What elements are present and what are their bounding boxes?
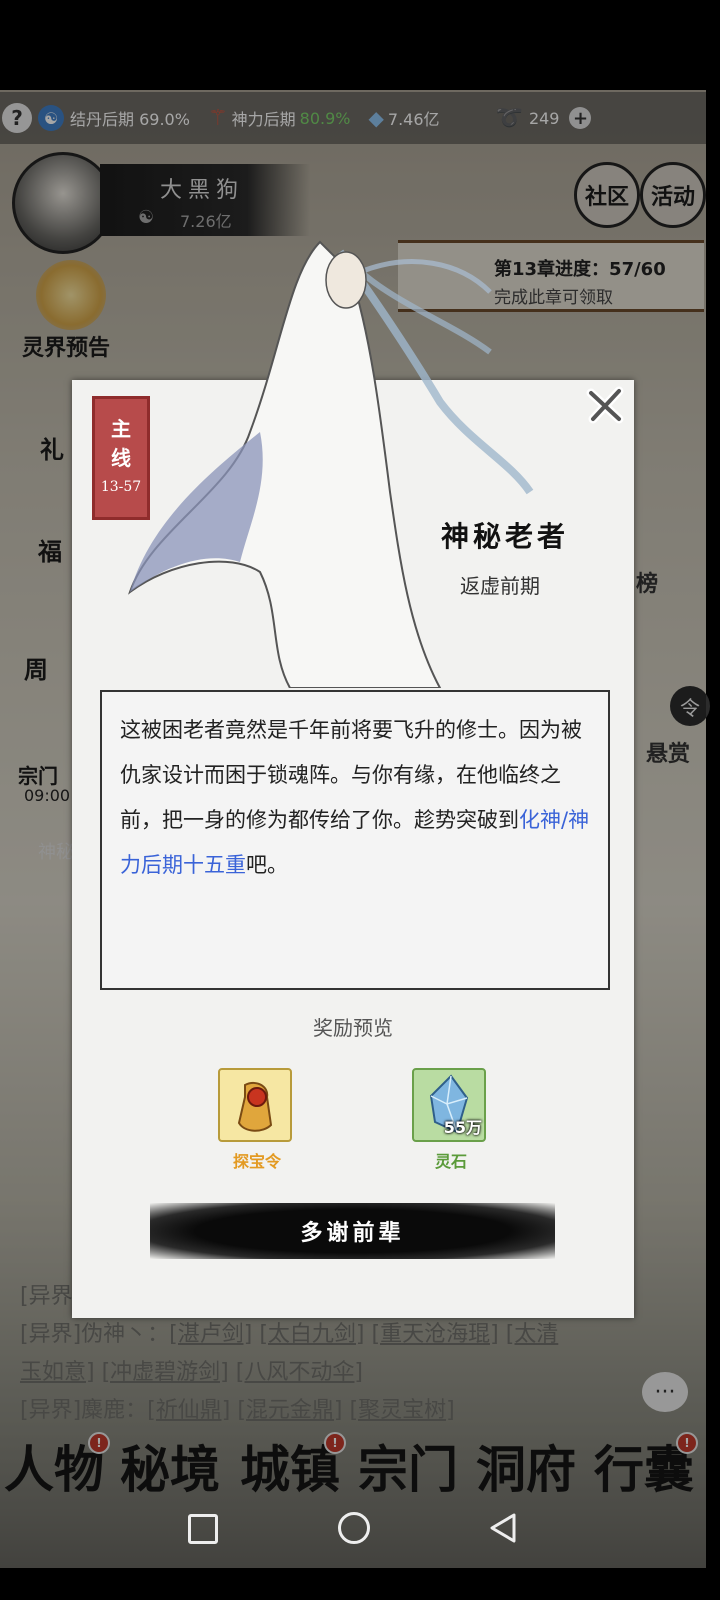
npc-name: 神秘老者	[440, 520, 569, 553]
npc-portrait	[128, 240, 534, 688]
tag-stage: 13-57	[100, 479, 142, 495]
thanks-elder-label: 多谢前辈	[300, 1220, 405, 1246]
treasure-token-icon	[237, 1081, 273, 1132]
home-button[interactable]	[338, 1512, 370, 1544]
reward-slot: 55万	[412, 1068, 486, 1142]
reward-item[interactable]: 55万 灵石	[412, 1068, 490, 1172]
main-quest-tag: 主 线 13-57	[92, 396, 150, 520]
tag-line-2: 线	[111, 446, 131, 470]
close-button[interactable]	[582, 382, 628, 428]
back-button[interactable]	[488, 1512, 518, 1544]
reward-title: 奖励预览	[313, 1016, 393, 1040]
recents-button[interactable]	[188, 1514, 218, 1544]
reward-name: 灵石	[434, 1152, 467, 1171]
dialog-text-body: 这被困老者竟然是千年前将要飞升的修士。因为被仇家设计而困于锁魂阵。与你有缘，在他…	[120, 718, 582, 832]
thanks-elder-button[interactable]: 多谢前辈	[150, 1203, 555, 1259]
reward-slot	[218, 1068, 292, 1142]
close-icon	[586, 386, 624, 424]
reward-item[interactable]: 探宝令	[218, 1068, 296, 1172]
dialog-text-tail: 吧。	[246, 853, 288, 877]
dialog-text: 这被困老者竟然是千年前将要飞升的修士。因为被仇家设计而困于锁魂阵。与你有缘，在他…	[100, 690, 610, 990]
tag-line-1: 主	[111, 417, 131, 441]
reward-name: 探宝令	[232, 1152, 281, 1171]
reward-count: 55万	[443, 1118, 482, 1137]
system-nav-bar	[0, 1490, 706, 1568]
npc-realm: 返虚前期	[460, 574, 540, 598]
